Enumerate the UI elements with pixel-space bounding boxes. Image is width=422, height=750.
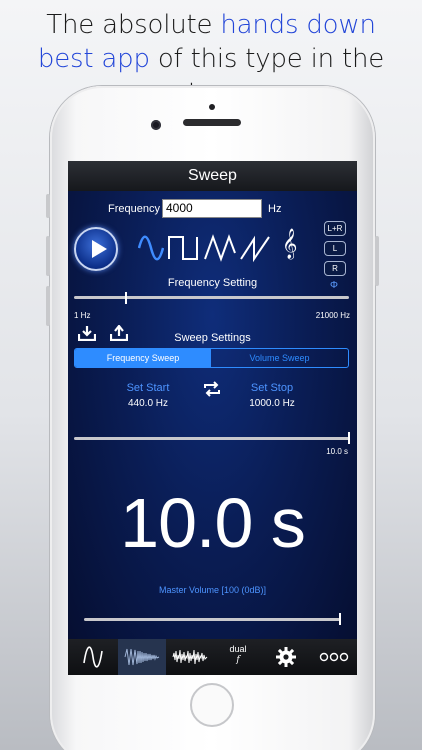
freq-slider-max: 21000 Hz bbox=[315, 311, 350, 320]
proximity-sensor bbox=[209, 104, 215, 110]
sine-wave-icon bbox=[83, 646, 103, 668]
frequency-row: Frequency 4000 Hz bbox=[68, 199, 357, 219]
nav-title: Sweep bbox=[68, 161, 357, 191]
volume-down-button bbox=[46, 286, 50, 326]
dual-label-top: dual bbox=[229, 644, 247, 654]
more-icon bbox=[319, 652, 349, 662]
play-button[interactable] bbox=[74, 227, 118, 271]
phone-frame: Sweep Frequency 4000 Hz 𝄞 L+R L R Φ Freq… bbox=[46, 86, 379, 750]
play-icon bbox=[92, 240, 107, 258]
frequency-slider-thumb[interactable] bbox=[125, 292, 128, 304]
tab-tone[interactable] bbox=[68, 639, 118, 675]
headline-highlight2: best app bbox=[37, 44, 150, 74]
treble-clef-icon[interactable]: 𝄞 bbox=[282, 229, 297, 260]
channel-l-button[interactable]: L bbox=[324, 241, 346, 256]
freq-slider-min: 1 Hz bbox=[74, 311, 91, 320]
power-button bbox=[375, 236, 379, 286]
triangle-wave-icon[interactable] bbox=[204, 231, 236, 265]
set-start-value: 440.0 Hz bbox=[127, 398, 169, 409]
channel-r-button[interactable]: R bbox=[324, 261, 346, 276]
segment-frequency-sweep[interactable]: Frequency Sweep bbox=[75, 349, 211, 367]
tab-more[interactable] bbox=[310, 639, 357, 675]
set-stop-value: 1000.0 Hz bbox=[249, 398, 295, 409]
master-volume-label: Master Volume [100 (0dB)] bbox=[158, 585, 267, 595]
sweep-settings-label: Sweep Settings bbox=[174, 332, 251, 344]
tab-bar: dual f bbox=[68, 639, 357, 675]
mute-switch bbox=[46, 194, 50, 218]
duration-slider-value: 10.0 s bbox=[326, 447, 348, 456]
tab-settings[interactable] bbox=[262, 639, 310, 675]
sweep-type-segmented-control: Frequency Sweep Volume Sweep bbox=[74, 348, 349, 368]
volume-up-button bbox=[46, 236, 50, 276]
master-volume-slider[interactable] bbox=[84, 618, 340, 621]
sine-wave-icon[interactable] bbox=[138, 231, 164, 265]
earpiece-speaker bbox=[183, 119, 241, 126]
frequency-label: Frequency bbox=[108, 203, 160, 215]
sweep-icon bbox=[124, 648, 160, 666]
frequency-input[interactable]: 4000 bbox=[162, 199, 262, 218]
duration-slider-thumb[interactable] bbox=[348, 432, 350, 444]
sweep-duration-display: 10.0 s bbox=[120, 484, 306, 562]
home-button[interactable] bbox=[190, 683, 234, 727]
front-camera bbox=[151, 120, 161, 130]
set-stop-button[interactable]: Set Stop bbox=[232, 382, 312, 394]
noise-icon bbox=[172, 649, 208, 665]
duration-slider[interactable] bbox=[74, 437, 349, 440]
set-start-button[interactable]: Set Start bbox=[108, 382, 188, 394]
channel-lr-button[interactable]: L+R bbox=[324, 221, 346, 236]
sawtooth-wave-icon[interactable] bbox=[240, 231, 274, 265]
frequency-setting-label: Frequency Setting bbox=[167, 277, 258, 289]
tab-sweep[interactable] bbox=[118, 639, 166, 675]
headline-part1: The absolute bbox=[46, 10, 221, 40]
app-screen: Sweep Frequency 4000 Hz 𝄞 L+R L R Φ Freq… bbox=[68, 161, 357, 675]
tab-noise[interactable] bbox=[166, 639, 214, 675]
dual-label: dual f bbox=[214, 644, 262, 665]
tab-dual[interactable]: dual f bbox=[214, 639, 262, 675]
frequency-unit: Hz bbox=[268, 203, 282, 215]
swap-icon[interactable] bbox=[202, 381, 222, 397]
gear-icon bbox=[276, 647, 296, 667]
square-wave-icon[interactable] bbox=[168, 231, 200, 265]
segment-volume-sweep[interactable]: Volume Sweep bbox=[211, 349, 348, 367]
frequency-slider[interactable] bbox=[74, 296, 349, 299]
dual-label-bottom: f bbox=[236, 655, 240, 665]
master-volume-slider-thumb[interactable] bbox=[339, 613, 341, 625]
headline-highlight1: hands down bbox=[220, 10, 376, 40]
